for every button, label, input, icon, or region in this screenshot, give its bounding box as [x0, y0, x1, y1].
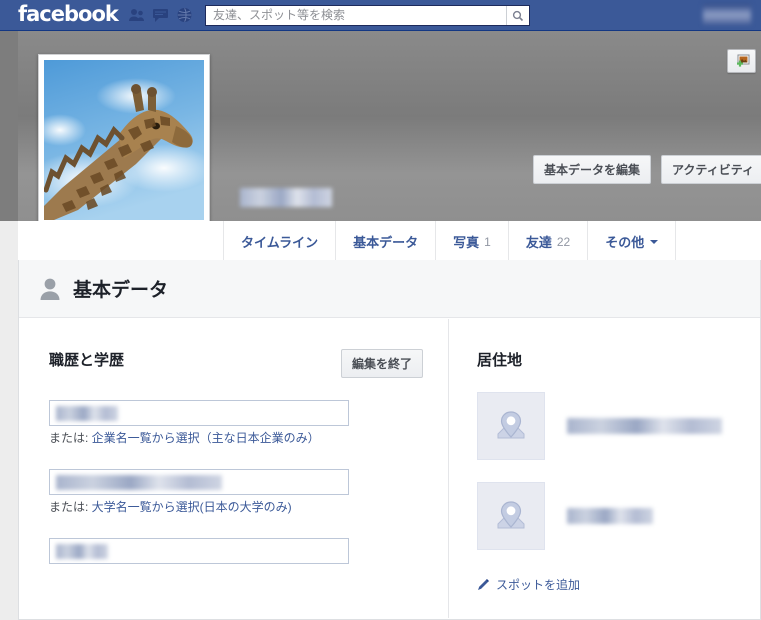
notifications-globe-icon[interactable] — [176, 7, 193, 23]
chevron-down-icon — [650, 239, 659, 244]
add-cover-photo-button[interactable] — [727, 49, 756, 73]
university-value-redacted — [56, 475, 222, 490]
employer-value-redacted — [56, 406, 118, 421]
tab-photos-label: 写真 — [453, 235, 480, 250]
highschool-value-redacted — [56, 544, 108, 559]
employer-list-link[interactable]: 企業名一覧から選択（主な日本企業のみ） — [92, 431, 320, 445]
highschool-input[interactable] — [49, 538, 349, 564]
giraffe-photo — [44, 60, 204, 220]
work-education-title: 職歴と学歴 — [49, 352, 125, 369]
tabs-left-spacer — [18, 221, 223, 262]
tab-photos-count: 1 — [484, 234, 491, 249]
university-note-prefix: または: — [49, 500, 92, 514]
tab-about[interactable]: 基本データ — [335, 221, 435, 262]
profile-photo[interactable] — [38, 54, 210, 226]
search-button[interactable] — [506, 6, 529, 25]
employer-note-prefix: または: — [49, 431, 92, 445]
tab-more-label: その他 — [605, 235, 645, 250]
tabs-right-spacer — [675, 221, 761, 262]
university-input[interactable] — [49, 469, 349, 495]
messages-icon[interactable] — [152, 7, 169, 23]
employer-input[interactable] — [49, 400, 349, 426]
search-icon — [512, 10, 524, 21]
cover-left-edge — [0, 31, 18, 221]
about-panel: 基本データ 職歴と学歴 編集を終了 または: 企業名一覧から選択（主な日本企業の — [18, 260, 761, 620]
page-body: 基本データ 職歴と学歴 編集を終了 または: 企業名一覧から選択（主な日本企業の — [18, 260, 761, 620]
university-list-link[interactable]: 大学名一覧から選択(日本の大学のみ) — [92, 500, 292, 514]
facebook-logo[interactable]: facebook — [18, 2, 119, 26]
search-bar[interactable] — [205, 5, 530, 26]
top-navigation-bar: facebook — [0, 0, 761, 31]
add-spot-link[interactable]: スポットを追加 — [477, 576, 740, 593]
tab-friends[interactable]: 友達 22 — [507, 221, 587, 262]
facebook-profile-screen: facebook 友達、スポット等を検索 基本データを編集 アクティビティ タイ… — [0, 0, 761, 620]
page-title: 基本データ — [73, 280, 169, 301]
residence-title: 居住地 — [477, 352, 523, 369]
employer-field-block: または: 企業名一覧から選択（主な日本企業のみ） — [49, 400, 423, 447]
activity-log-button[interactable]: アクティビティ — [661, 155, 761, 184]
add-photo-icon — [736, 54, 749, 67]
hometown-redacted — [567, 508, 653, 524]
highschool-field-block — [49, 538, 423, 564]
residence-column: 居住地 スポットを追加 — [449, 319, 760, 618]
friend-requests-icon[interactable] — [128, 7, 145, 23]
work-education-header: 職歴と学歴 編集を終了 — [49, 349, 423, 378]
current-city-thumb[interactable] — [477, 392, 545, 460]
add-spot-label: スポットを追加 — [496, 578, 581, 592]
panel-columns: 職歴と学歴 編集を終了 または: 企業名一覧から選択（主な日本企業のみ） または… — [19, 319, 760, 618]
tab-friends-label: 友達 — [525, 235, 552, 250]
profile-name-redacted — [240, 188, 332, 207]
pencil-icon — [477, 578, 490, 591]
profile-tabs: タイムライン 基本データ 写真 1 友達 22 その他 — [18, 221, 761, 263]
university-field-block: または: 大学名一覧から選択(日本の大学のみ) — [49, 469, 423, 516]
edit-basic-info-button[interactable]: 基本データを編集 — [533, 155, 652, 184]
tab-timeline[interactable]: タイムライン — [223, 221, 335, 262]
employer-note: または: 企業名一覧から選択（主な日本企業のみ） — [49, 430, 349, 447]
account-menu-redacted[interactable] — [703, 4, 751, 24]
list-item[interactable] — [477, 392, 740, 460]
search-input[interactable] — [206, 6, 506, 25]
tab-friends-count: 22 — [556, 234, 571, 249]
finish-editing-button[interactable]: 編集を終了 — [340, 349, 423, 378]
tab-about-label: 基本データ — [353, 235, 419, 250]
map-pin-icon — [497, 501, 525, 529]
hometown-thumb[interactable] — [477, 482, 545, 550]
person-icon — [39, 277, 61, 301]
work-education-column: 職歴と学歴 編集を終了 または: 企業名一覧から選択（主な日本企業のみ） または… — [19, 319, 448, 618]
profile-action-buttons: 基本データを編集 アクティビティ — [533, 155, 761, 184]
current-city-redacted — [567, 418, 722, 434]
tab-photos[interactable]: 写真 1 — [435, 221, 508, 262]
map-pin-icon — [497, 411, 525, 439]
panel-header: 基本データ — [19, 260, 760, 318]
tab-more[interactable]: その他 — [587, 221, 675, 262]
tab-timeline-label: タイムライン — [241, 235, 319, 250]
university-note: または: 大学名一覧から選択(日本の大学のみ) — [49, 499, 349, 516]
list-item[interactable] — [477, 482, 740, 550]
chrome-icon-group — [128, 7, 193, 23]
